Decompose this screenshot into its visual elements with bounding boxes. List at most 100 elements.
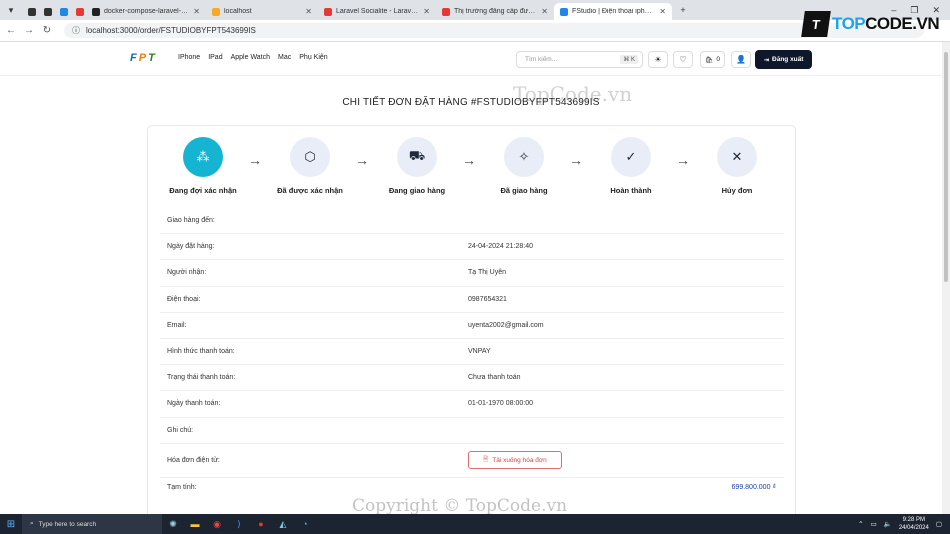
- volume-icon[interactable]: 🔈: [884, 520, 892, 528]
- edge-icon[interactable]: ◔: [294, 514, 316, 534]
- widgets-icon[interactable]: ✺: [162, 514, 184, 534]
- subtotal-value: 699.800.000 ₫: [731, 484, 776, 491]
- windows-taskbar: ⊞ ⌕ Type here to search ✺ ▬ ◉ ⟩ ● ◭ ◔ ⌃ …: [0, 514, 950, 534]
- system-tray: ⌃ ▭ 🔈 9:28 PM 24/04/2024 ▢: [858, 516, 950, 532]
- taskbar-search-placeholder: Type here to search: [38, 520, 97, 528]
- tab-favicon-icon: [44, 7, 52, 16]
- search-icon: ⌕: [30, 520, 34, 527]
- browser-tab[interactable]: Thị trường đẳng cấp được cả t ✕: [436, 3, 554, 20]
- download-invoice-button[interactable]: 🗎 Tải xuống hóa đơn: [468, 451, 562, 470]
- chevron-up-icon[interactable]: ⌃: [858, 520, 863, 528]
- step-label: Hủy đơn: [721, 186, 753, 195]
- arrow-right-icon: →: [355, 152, 369, 168]
- scrollbar-thumb[interactable]: [944, 52, 948, 282]
- download-invoice-label: Tải xuống hóa đơn: [492, 456, 547, 464]
- menu-item-ipad[interactable]: IPad: [208, 54, 222, 61]
- logo-letter: T: [148, 52, 155, 64]
- network-icon[interactable]: ▭: [871, 520, 877, 528]
- recorder-icon[interactable]: ●: [250, 514, 272, 534]
- detail-label: Ngày đặt hàng:: [167, 243, 215, 251]
- windows-start-icon[interactable]: ⊞: [0, 519, 22, 530]
- clock-time: 9:28 PM: [902, 517, 925, 523]
- clock[interactable]: 9:28 PM 24/04/2024: [899, 516, 929, 532]
- brand-box: T: [801, 11, 831, 37]
- menu-item-accessories[interactable]: Phụ Kiện: [299, 54, 327, 61]
- browser-tab[interactable]: FStudio | Điện thoại iphone ch✕: [554, 3, 672, 20]
- detail-value: 0987654321: [468, 295, 507, 303]
- address-bar[interactable]: ⓘ localhost:3000/order/FSTUDIOBYFPT54369…: [64, 23, 924, 38]
- invoice-label: Hóa đơn điện tử:: [167, 456, 220, 464]
- cart-button[interactable]: 🛍 0: [700, 51, 725, 68]
- site-info-icon[interactable]: ⓘ: [72, 25, 80, 36]
- detail-row: Ghi chú:: [160, 418, 784, 444]
- detail-value: Tạ Thị Uyên: [468, 269, 506, 277]
- order-step: ⛟ Đang giao hàng: [372, 137, 462, 195]
- browser-tab[interactable]: [38, 3, 54, 20]
- browser-tab[interactable]: localhost ✕: [206, 3, 318, 20]
- tab-favicon-icon: [60, 7, 68, 16]
- detail-row: Điện thoại: 0987654321: [160, 287, 784, 313]
- watermark-top: TopCode.vn: [513, 82, 633, 106]
- tab-close-icon[interactable]: ✕: [423, 7, 430, 16]
- address-url: localhost:3000/order/FSTUDIOBYFPT543699I…: [86, 26, 256, 35]
- logout-icon: ⇥: [763, 56, 770, 64]
- browser-tab[interactable]: docker-compose-laravel-alpin ✕: [86, 3, 206, 20]
- tab-close-icon[interactable]: ✕: [541, 7, 548, 16]
- file-explorer-icon[interactable]: ▬: [184, 514, 206, 534]
- arrow-right-icon: →: [462, 152, 476, 168]
- order-step: ✕ Hủy đơn: [692, 137, 782, 195]
- site-header: F P T IPhone IPad Apple Watch Mac Phụ Ki…: [0, 42, 942, 76]
- menu-item-apple-watch[interactable]: Apple Watch: [231, 54, 270, 61]
- notification-icon[interactable]: ▢: [936, 520, 942, 528]
- order-step: ✧ Đã giao hàng: [479, 137, 569, 195]
- menu-item-mac[interactable]: Mac: [278, 54, 291, 61]
- tab-list-icon[interactable]: ▾: [0, 0, 22, 20]
- brand-text: TOPCODE.VN: [832, 14, 940, 33]
- page-title: CHI TIẾT ĐƠN ĐẶT HÀNG #FSTUDIOBYFPT54369…: [342, 97, 600, 108]
- menu-item-iphone[interactable]: IPhone: [178, 54, 200, 61]
- tab-close-icon[interactable]: ✕: [305, 7, 312, 16]
- sun-icon: ☀: [654, 55, 662, 64]
- search-shortcut: ⌘ K: [620, 55, 638, 64]
- tab-title: FStudio | Điện thoại iphone ch: [572, 8, 656, 15]
- tab-favicon-icon: [324, 7, 332, 16]
- tab-title: localhost: [224, 8, 252, 15]
- browser-tab[interactable]: [54, 3, 70, 20]
- detail-label: Giao hàng đến:: [167, 217, 215, 225]
- arrow-right-icon: →: [248, 152, 262, 168]
- tab-close-icon[interactable]: ✕: [659, 7, 666, 16]
- fpt-logo[interactable]: F P T: [130, 52, 155, 64]
- theme-toggle-button[interactable]: ☀: [648, 51, 668, 68]
- wishlist-button[interactable]: ♡: [673, 51, 693, 68]
- check-icon: ✓: [611, 137, 651, 177]
- page-scrollbar[interactable]: [942, 42, 950, 514]
- logout-button[interactable]: ⇥ Đăng xuất: [755, 50, 812, 69]
- subtotal-label: Tạm tính:: [167, 484, 197, 491]
- chrome-icon[interactable]: ◉: [206, 514, 228, 534]
- taskbar-search[interactable]: ⌕ Type here to search: [22, 514, 162, 534]
- party-icon: ✧: [504, 137, 544, 177]
- x-icon: ✕: [717, 137, 757, 177]
- forward-icon[interactable]: →: [22, 25, 36, 36]
- detail-label: Trạng thái thanh toán:: [167, 374, 236, 382]
- account-button[interactable]: 👤: [731, 51, 751, 68]
- main-menu: IPhone IPad Apple Watch Mac Phụ Kiện: [178, 54, 328, 61]
- browser-tab[interactable]: [22, 3, 38, 20]
- topcode-brand-watermark: T TOPCODE.VN: [801, 11, 940, 37]
- watermark-bottom: Copyright © TopCode.vn: [352, 496, 568, 516]
- arrow-right-icon: →: [676, 152, 690, 168]
- tab-close-icon[interactable]: ✕: [193, 7, 200, 16]
- clock-date: 24/04/2024: [898, 525, 929, 531]
- detail-label: Ngày thanh toán:: [167, 400, 221, 408]
- search-input[interactable]: Tìm kiếm... ⌘ K: [516, 51, 643, 68]
- browser-tab[interactable]: [70, 3, 86, 20]
- reload-icon[interactable]: ↻: [40, 25, 54, 36]
- app-icon[interactable]: ◭: [272, 514, 294, 534]
- back-icon[interactable]: ←: [4, 25, 18, 36]
- vscode-icon[interactable]: ⟩: [228, 514, 250, 534]
- detail-row: Giao hàng đến:: [160, 208, 784, 235]
- browser-tab[interactable]: Laravel Socialite - Laravel 11.x ✕: [318, 3, 436, 20]
- new-tab-button[interactable]: +: [672, 0, 694, 20]
- logo-letter: P: [138, 52, 147, 64]
- detail-value: VNPAY: [468, 348, 491, 356]
